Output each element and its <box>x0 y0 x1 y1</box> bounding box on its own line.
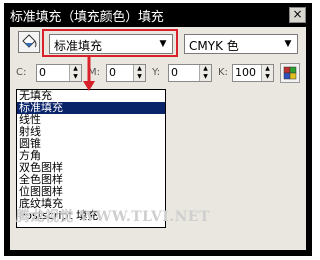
c-value: 0 <box>39 66 46 79</box>
k-label: K: <box>218 67 228 78</box>
chevron-down-icon[interactable]: ▼ <box>281 37 295 51</box>
k-value: 100 <box>235 66 256 79</box>
red-highlight-box <box>42 29 178 57</box>
c-field[interactable]: 0 ▲ ▼ <box>36 64 82 82</box>
window-title: 标准填充（填充颜色）填充 <box>10 10 164 25</box>
k-spinner[interactable]: ▲ ▼ <box>261 65 273 81</box>
color-model-dropdown[interactable]: CMYK 色 ▼ <box>184 34 298 54</box>
fill-bucket-icon[interactable] <box>18 31 40 53</box>
y-spinner[interactable]: ▲ ▼ <box>199 65 211 81</box>
color-model-value: CMYK 色 <box>189 39 239 53</box>
close-button[interactable]: × <box>289 7 306 23</box>
c-label: C: <box>16 67 27 78</box>
fill-type-row: 标准填充 ▼ CMYK 色 ▼ <box>10 27 306 59</box>
c-spinner[interactable]: ▲ ▼ <box>69 65 81 81</box>
watermark: 腾龙视觉 WWW.TLVI.NET <box>16 209 211 225</box>
red-arrow-icon <box>83 57 95 91</box>
y-field[interactable]: 0 ▲ ▼ <box>168 64 212 82</box>
m-field[interactable]: 0 ▲ ▼ <box>106 64 146 82</box>
m-value: 0 <box>109 66 116 79</box>
y-value: 0 <box>171 66 178 79</box>
m-spinner[interactable]: ▲ ▼ <box>133 65 145 81</box>
color-mixer-icon[interactable] <box>280 63 300 83</box>
cmyk-row: C: 0 ▲ ▼ M: 0 ▲ ▼ Y: 0 ▲ ▼ K: 100 ▲ ▼ <box>10 61 306 87</box>
close-icon: × <box>292 7 303 21</box>
y-label: Y: <box>152 67 161 78</box>
title-bar[interactable]: 标准填充（填充颜色）填充 × <box>4 3 312 27</box>
property-window: 标准填充（填充颜色）填充 × 标准填充 ▼ CMYK 色 ▼ C: 0 ▲ ▼ … <box>4 3 312 256</box>
k-field[interactable]: 100 ▲ ▼ <box>232 64 274 82</box>
